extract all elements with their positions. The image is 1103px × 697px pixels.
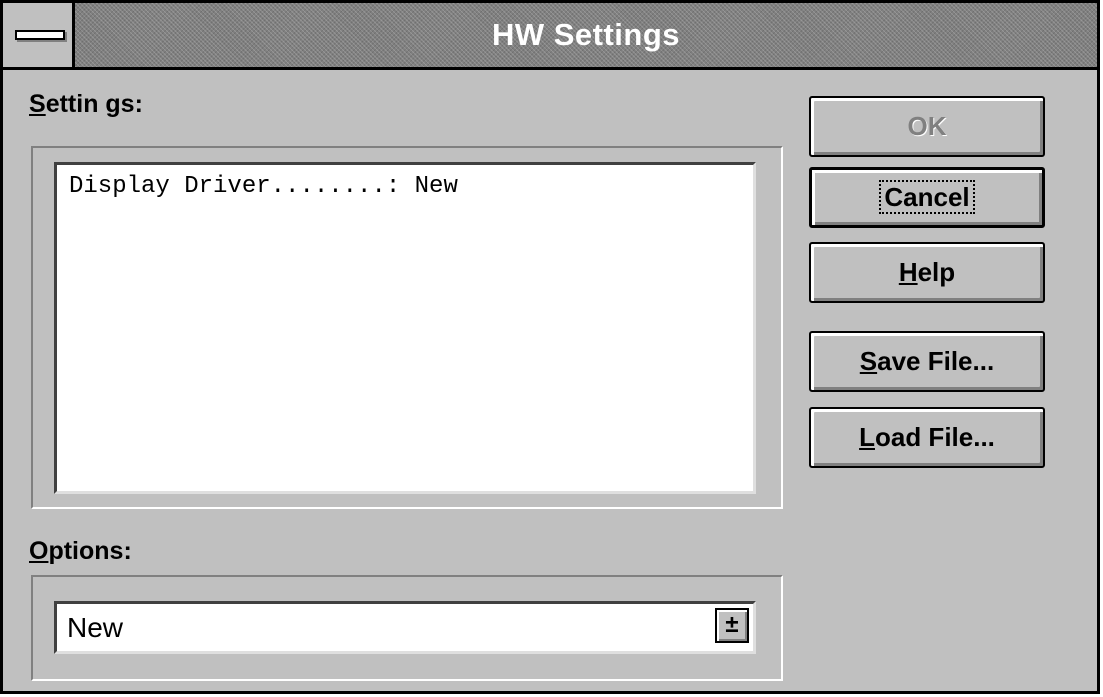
settings-listbox[interactable]: Display Driver........: New xyxy=(54,162,756,494)
settings-label: Settin gs: xyxy=(29,90,143,119)
hw-settings-dialog: HW Settings Settin gs: Display Driver...… xyxy=(0,0,1100,694)
window-title: HW Settings xyxy=(491,17,681,52)
save-file-button-mnemonic: S xyxy=(859,346,878,376)
title-bar[interactable]: HW Settings xyxy=(3,3,1097,70)
options-label-text: ptions: xyxy=(48,537,132,565)
settings-label-mnemonic: S xyxy=(29,90,46,118)
load-file-button[interactable]: Load File... xyxy=(809,407,1045,468)
cancel-button[interactable]: Cancel xyxy=(809,167,1045,228)
ok-button-label: OK xyxy=(907,111,947,141)
load-file-button-label: oad File... xyxy=(874,422,995,452)
cancel-button-label: Cancel xyxy=(879,180,975,214)
options-label: Options: xyxy=(29,537,132,566)
ok-button[interactable]: OK xyxy=(809,96,1045,157)
list-item[interactable]: Display Driver........: New xyxy=(69,173,458,200)
options-selected-value: New xyxy=(67,612,124,643)
save-file-button[interactable]: Save File... xyxy=(809,331,1045,392)
options-label-mnemonic: O xyxy=(29,537,49,565)
help-button[interactable]: Help xyxy=(809,242,1045,303)
load-file-button-mnemonic: L xyxy=(859,422,875,452)
options-dropdown[interactable]: New ± xyxy=(54,601,756,654)
settings-label-text: ettin gs: xyxy=(45,90,143,118)
system-menu-button[interactable] xyxy=(3,3,75,67)
help-button-label: elp xyxy=(917,257,956,287)
save-file-button-label: ave File... xyxy=(877,346,995,376)
down-arrow-icon[interactable]: ± xyxy=(715,608,749,643)
minus-bar-icon xyxy=(15,30,65,40)
help-button-mnemonic: H xyxy=(898,257,918,287)
